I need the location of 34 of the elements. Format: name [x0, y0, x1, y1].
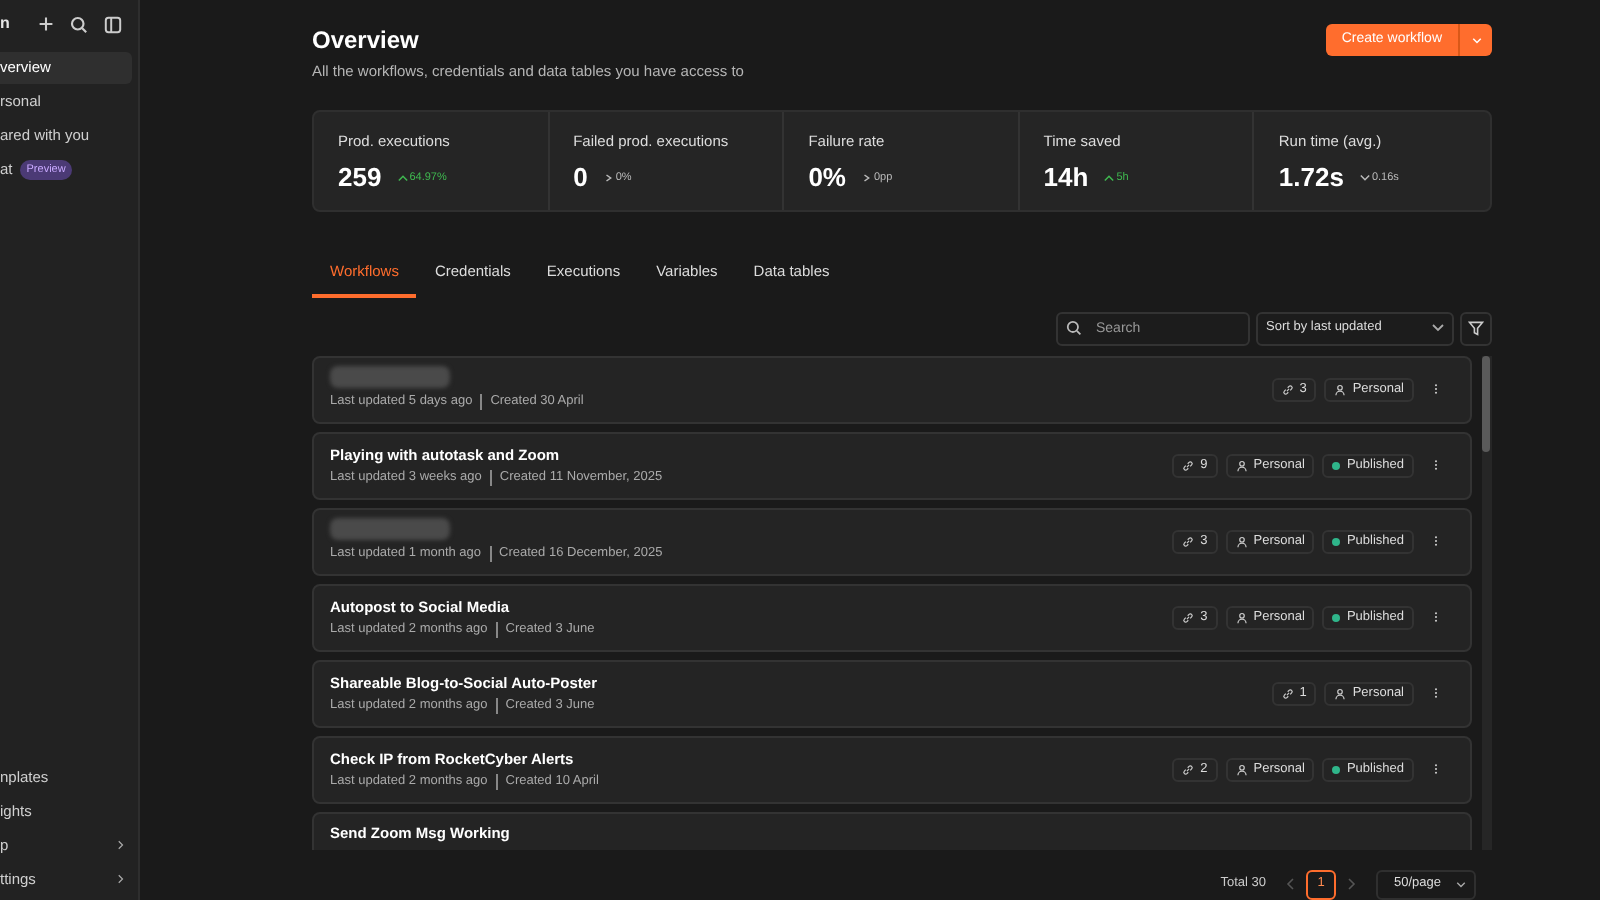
stat-value: 0 [573, 163, 588, 189]
stat-value: 14h [1043, 163, 1089, 189]
chevron-icon [603, 174, 614, 183]
caret-icon [1456, 881, 1466, 887]
stat-value: 259 [338, 163, 382, 189]
stat-value: 0% [808, 163, 846, 189]
person-icon [1235, 611, 1248, 623]
stat-value: 1.72s [1278, 163, 1344, 189]
page-title: Overview [312, 24, 421, 58]
plus-icon[interactable] [38, 16, 54, 32]
search-icon [1066, 320, 1082, 336]
link-icon [1281, 687, 1294, 699]
filter-icon [1468, 320, 1484, 336]
link-icon [1182, 763, 1195, 775]
link-icon [1182, 611, 1195, 623]
person-icon [1235, 535, 1248, 547]
person-icon [1235, 763, 1248, 775]
caret-icon [1471, 37, 1481, 43]
link-icon [1281, 383, 1294, 395]
logo-text: n [0, 12, 12, 36]
caret-icon [1432, 324, 1444, 332]
person-icon [1334, 687, 1347, 699]
chevron-icon [861, 174, 872, 183]
person-icon [1235, 459, 1248, 471]
sidebar-toggle-icon[interactable] [104, 15, 122, 33]
filter-button[interactable] [1460, 311, 1492, 345]
trend-down-icon [1359, 174, 1370, 183]
trend-up-icon [397, 174, 408, 183]
trend-up-icon [1104, 174, 1115, 183]
search-icon[interactable] [70, 15, 88, 33]
scrollbar-thumb[interactable] [1482, 355, 1490, 451]
person-icon [1334, 383, 1347, 395]
link-icon [1182, 459, 1195, 471]
link-icon [1182, 535, 1195, 547]
